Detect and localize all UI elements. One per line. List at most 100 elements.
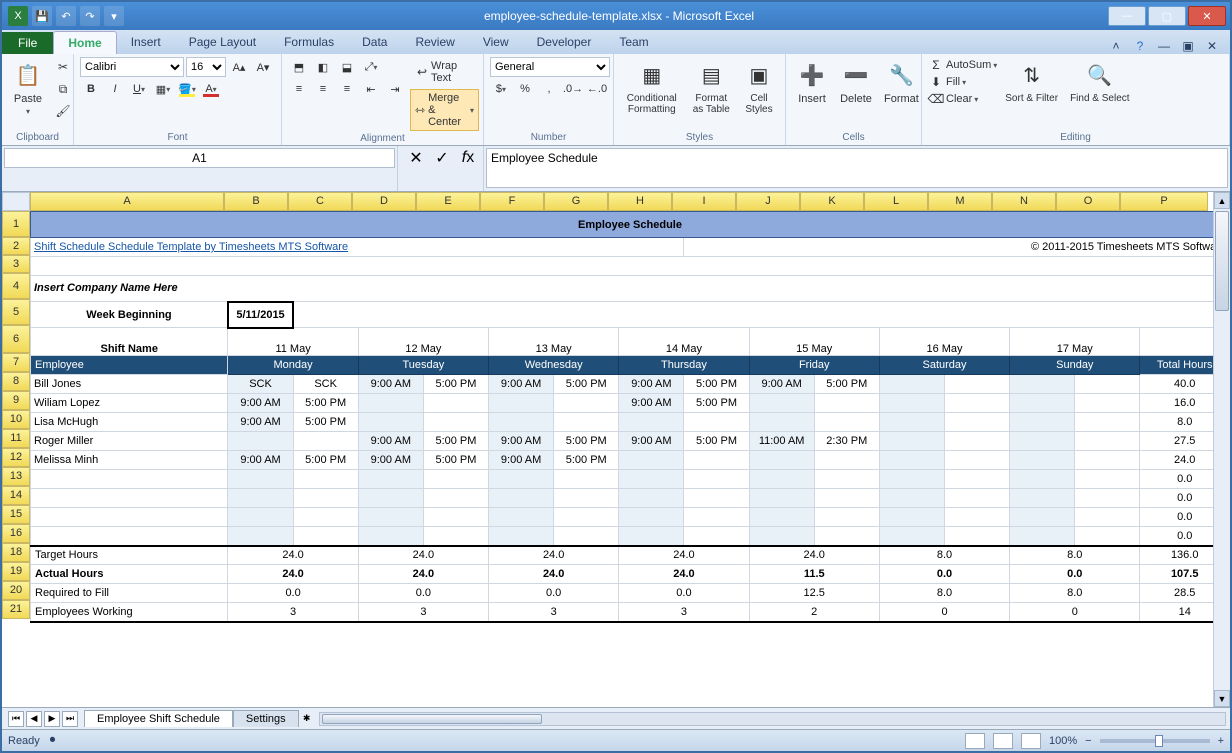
accounting-format-button[interactable]: $▾ [490,79,512,99]
shift-start[interactable]: 9:00 AM [489,432,554,451]
shift-end[interactable] [1075,470,1140,489]
ribbon-tab-view[interactable]: View [469,31,523,54]
row-header[interactable]: 7 [2,353,30,372]
day-header[interactable]: Thursday [619,356,749,375]
template-link[interactable]: Shift Schedule Schedule Template by Time… [31,238,684,257]
excel-icon[interactable]: X [8,6,28,26]
date-header[interactable]: 17 May [1010,328,1140,356]
summary-value[interactable]: 0.0 [879,565,1009,584]
shift-end[interactable] [554,489,619,508]
summary-value[interactable]: 8.0 [1010,546,1140,565]
shift-start[interactable] [879,394,944,413]
summary-value[interactable]: 3 [358,603,488,622]
shift-end[interactable] [423,413,488,432]
shift-end[interactable]: 5:00 PM [293,394,358,413]
shift-start[interactable]: 9:00 AM [619,375,684,394]
ribbon-tab-review[interactable]: Review [401,31,468,54]
enter-formula-icon[interactable]: ✓ [431,148,453,168]
column-header[interactable]: A [30,192,224,211]
shift-start[interactable] [489,508,554,527]
undo-icon[interactable]: ↶ [56,6,76,26]
shift-start[interactable]: 9:00 AM [489,451,554,470]
row-header[interactable]: 8 [2,372,30,391]
summary-value[interactable]: 0.0 [619,584,749,603]
ribbon-tab-insert[interactable]: Insert [117,31,175,54]
employee-name[interactable]: Roger Miller [31,432,228,451]
row-header[interactable]: 9 [2,391,30,410]
row-header[interactable]: 15 [2,505,30,524]
shift-start[interactable] [619,508,684,527]
horizontal-scrollbar[interactable] [319,712,1226,726]
day-header[interactable]: Sunday [1010,356,1140,375]
border-button[interactable]: ▦▾ [152,79,174,99]
ribbon-tab-data[interactable]: Data [348,31,401,54]
zoom-out-button[interactable]: − [1085,735,1091,747]
summary-value[interactable]: 3 [489,603,619,622]
summary-value[interactable]: 0.0 [228,584,358,603]
page-layout-view-button[interactable] [993,733,1013,749]
date-header[interactable]: 16 May [879,328,1009,356]
shift-start[interactable] [1010,470,1075,489]
row-header[interactable]: 18 [2,543,30,562]
row-header[interactable]: 21 [2,600,30,619]
last-sheet-button[interactable]: ⏭ [62,711,78,727]
row-header[interactable]: 11 [2,429,30,448]
shift-end[interactable] [1075,413,1140,432]
row-header[interactable]: 16 [2,524,30,543]
qat-customize-icon[interactable]: ▾ [104,6,124,26]
column-header[interactable]: I [672,192,736,211]
summary-value[interactable]: 2 [749,603,879,622]
shift-end[interactable] [684,508,749,527]
shift-end[interactable] [554,413,619,432]
cell[interactable] [31,257,1230,276]
shift-start[interactable] [879,470,944,489]
shift-end[interactable] [945,432,1010,451]
row-header[interactable]: 20 [2,581,30,600]
shift-end[interactable] [1075,508,1140,527]
shift-start[interactable] [1010,508,1075,527]
redo-icon[interactable]: ↷ [80,6,100,26]
column-header[interactable]: H [608,192,672,211]
minimize-button[interactable]: — [1108,6,1146,26]
orientation-button[interactable]: ⤢▾ [360,57,382,77]
shift-end[interactable] [814,451,879,470]
align-center-button[interactable]: ≡ [312,79,334,99]
shift-end[interactable] [814,489,879,508]
name-box[interactable] [4,148,395,168]
shift-start[interactable]: SCK [228,375,293,394]
format-painter-button[interactable]: 🖌 [52,101,74,121]
shift-start[interactable] [749,470,814,489]
vertical-scrollbar[interactable]: ▲ ▼ [1213,192,1230,707]
summary-value[interactable]: 0 [1010,603,1140,622]
cell-styles-button[interactable]: ▣Cell Styles [739,57,779,117]
row-header[interactable]: 2 [2,237,30,255]
summary-value[interactable]: 24.0 [749,546,879,565]
day-header[interactable]: Tuesday [358,356,488,375]
shift-start[interactable]: 9:00 AM [358,451,423,470]
help-icon[interactable]: ? [1132,38,1148,54]
align-right-button[interactable]: ≡ [336,79,358,99]
shift-start[interactable] [619,527,684,546]
row-header[interactable]: 10 [2,410,30,429]
shift-end[interactable] [1075,375,1140,394]
employee-name[interactable]: Bill Jones [31,375,228,394]
align-middle-button[interactable]: ◧ [312,57,334,77]
column-header[interactable]: B [224,192,288,211]
window-close-icon[interactable]: ✕ [1204,38,1220,54]
shift-end[interactable]: 5:00 PM [293,451,358,470]
row-header[interactable]: 19 [2,562,30,581]
row-header[interactable]: 14 [2,486,30,505]
wrap-text-button[interactable]: ↩ Wrap Text [410,57,479,87]
shift-end[interactable] [814,508,879,527]
shift-end[interactable] [293,470,358,489]
summary-value[interactable]: 0 [879,603,1009,622]
summary-label[interactable]: Actual Hours [31,565,228,584]
shift-start[interactable] [749,413,814,432]
font-name-select[interactable]: Calibri [80,57,184,77]
shift-start[interactable] [1010,394,1075,413]
company-name[interactable]: Insert Company Name Here [31,276,1230,302]
day-header[interactable]: Friday [749,356,879,375]
column-header[interactable]: D [352,192,416,211]
summary-value[interactable]: 0.0 [1010,565,1140,584]
shift-start[interactable] [489,394,554,413]
